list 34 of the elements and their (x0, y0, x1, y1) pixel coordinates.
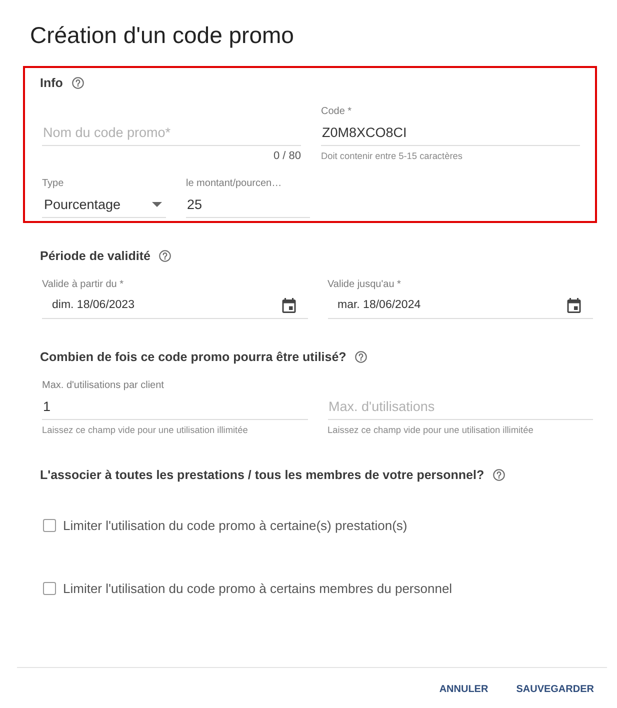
section-heading: Combien de fois ce code promo pourra être utilisé? (40, 349, 346, 366)
field-hint: Doit contenir entre 5-15 caractères (321, 150, 464, 163)
field-label: le montant/pourcen… (186, 177, 283, 191)
field-label: Valide à partir du * (42, 278, 125, 292)
field-hint: Laissez ce champ vide pour une utilisation illimitée (328, 424, 534, 437)
field-label: Type (42, 177, 65, 191)
cancel-button[interactable]: ANNULER (431, 674, 496, 704)
text-field[interactable]: Z0M8XCO8CI (321, 119, 580, 146)
text-field[interactable]: Max. d'utilisations (328, 393, 593, 420)
checkbox[interactable] (43, 518, 56, 532)
help-icon[interactable] (72, 77, 84, 89)
section-heading: Info (40, 75, 63, 92)
checkbox-label: Limiter l'utilisation du code promo à certaine(s) prestation(s) (63, 518, 408, 532)
dialog-title: Création d'un code promo (30, 21, 294, 49)
help-icon[interactable] (355, 351, 368, 363)
checkbox-label: Limiter l'utilisation du code promo à certains membres du personnel (63, 580, 452, 596)
section-heading: L'associer à toutes les prestations / tous les membres de votre personnel? (40, 467, 484, 484)
caret-icon (152, 202, 162, 207)
calendar-icon[interactable] (567, 298, 581, 313)
field-hint: Laissez ce champ vide pour une utilisation illimitée (42, 424, 249, 437)
field-label: Valide jusqu'au * (328, 278, 402, 292)
select-field[interactable]: Pourcentage (42, 191, 166, 218)
field-label: Max. d'utilisations par client (42, 379, 165, 393)
field-label: Code * (321, 105, 353, 119)
help-icon[interactable] (159, 250, 172, 262)
text-field[interactable]: 25 (186, 191, 310, 218)
character-counter: 0 / 80 (272, 149, 301, 163)
help-icon[interactable] (493, 469, 506, 481)
save-button[interactable]: SAUVEGARDER (508, 674, 602, 704)
text-field[interactable]: Nom du code promo* (42, 119, 301, 146)
checkbox[interactable] (43, 582, 56, 594)
section-heading: Période de validité (40, 248, 150, 265)
text-field[interactable]: 1 (42, 393, 308, 420)
calendar-icon[interactable] (282, 298, 296, 313)
